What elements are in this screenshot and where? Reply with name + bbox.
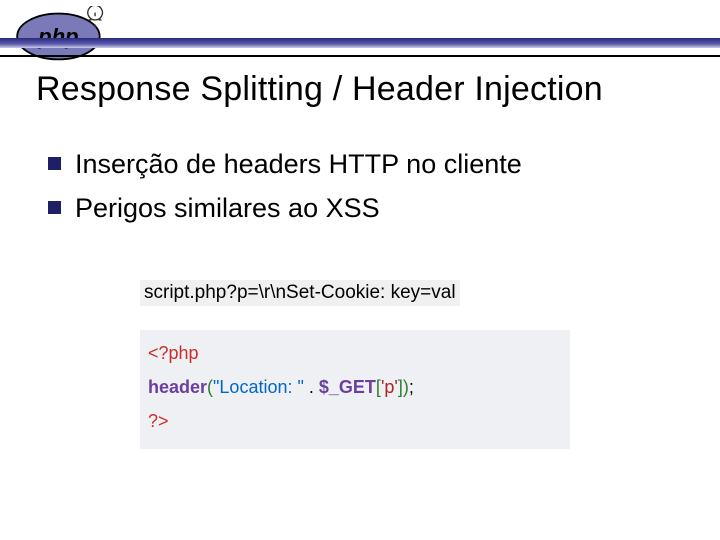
tok-key: 'p'	[381, 377, 398, 397]
bullet-item: Inserção de headers HTTP no cliente	[48, 148, 690, 182]
bullet-text: Perigos similares ao XSS	[75, 192, 380, 226]
square-bullet-icon	[48, 157, 61, 170]
bullet-text: Inserção de headers HTTP no cliente	[75, 148, 522, 182]
php-code-block: <?php header("Location: " . $_GET['p']);…	[140, 330, 570, 449]
example-url: script.php?p=\r\nSet-Cookie: key=val	[140, 280, 460, 306]
tok-concat: .	[304, 377, 319, 397]
bullet-list: Inserção de headers HTTP no cliente Peri…	[48, 148, 690, 236]
slide: php Response Splitting / Header Injectio…	[0, 0, 720, 540]
header-gradient-band	[0, 38, 720, 48]
slide-title: Response Splitting / Header Injection	[36, 70, 700, 109]
code-line-opentag: <?php	[148, 336, 562, 370]
php-close-tag: ?>	[148, 411, 169, 431]
tok-get: $_GET	[319, 377, 376, 397]
php-logo: php	[8, 6, 118, 66]
code-line-closetag: ?>	[148, 404, 562, 438]
code-area: script.php?p=\r\nSet-Cookie: key=val <?p…	[140, 280, 570, 449]
header-rule	[0, 55, 720, 57]
tok-string: "Location: "	[213, 377, 304, 397]
tok-function: header	[148, 377, 207, 397]
tok-semi: ;	[409, 377, 414, 397]
bullet-item: Perigos similares ao XSS	[48, 192, 690, 226]
square-bullet-icon	[48, 201, 61, 214]
php-open-tag: <?php	[148, 343, 199, 363]
code-line-header: header("Location: " . $_GET['p']);	[148, 370, 562, 404]
